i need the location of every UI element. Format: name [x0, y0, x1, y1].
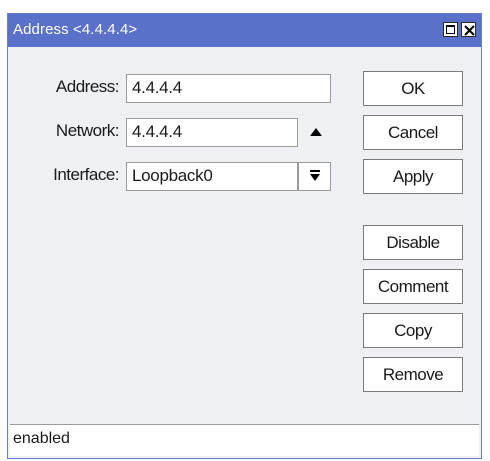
address-input[interactable]: 4.4.4.4	[126, 74, 331, 103]
copy-button[interactable]: Copy	[363, 313, 463, 348]
status-text: enabled	[13, 430, 70, 447]
remove-button[interactable]: Remove	[363, 357, 463, 392]
interface-select[interactable]: Loopback0	[126, 162, 298, 191]
network-input[interactable]: 4.4.4.4	[126, 118, 298, 147]
comment-button[interactable]: Comment	[363, 269, 463, 304]
status-bar: enabled	[10, 424, 479, 456]
cancel-button[interactable]: Cancel	[363, 115, 463, 150]
network-label: Network:	[55, 121, 120, 140]
interface-label: Interface:	[53, 165, 119, 184]
close-icon[interactable]	[461, 22, 476, 37]
triangle-up-icon[interactable]	[301, 118, 331, 147]
address-label: Address:	[55, 77, 120, 96]
disable-button[interactable]: Disable	[363, 225, 463, 260]
apply-button[interactable]: Apply	[363, 159, 463, 194]
title-bar[interactable]: Address <4.4.4.4>	[8, 14, 481, 47]
address-dialog: Address <4.4.4.4> Address: 4.4.4.4 Netwo…	[7, 13, 482, 459]
maximize-icon[interactable]	[443, 22, 458, 37]
dropdown-arrow-icon[interactable]	[298, 162, 331, 191]
window-title: Address <4.4.4.4>	[13, 21, 138, 38]
ok-button[interactable]: OK	[363, 71, 463, 106]
